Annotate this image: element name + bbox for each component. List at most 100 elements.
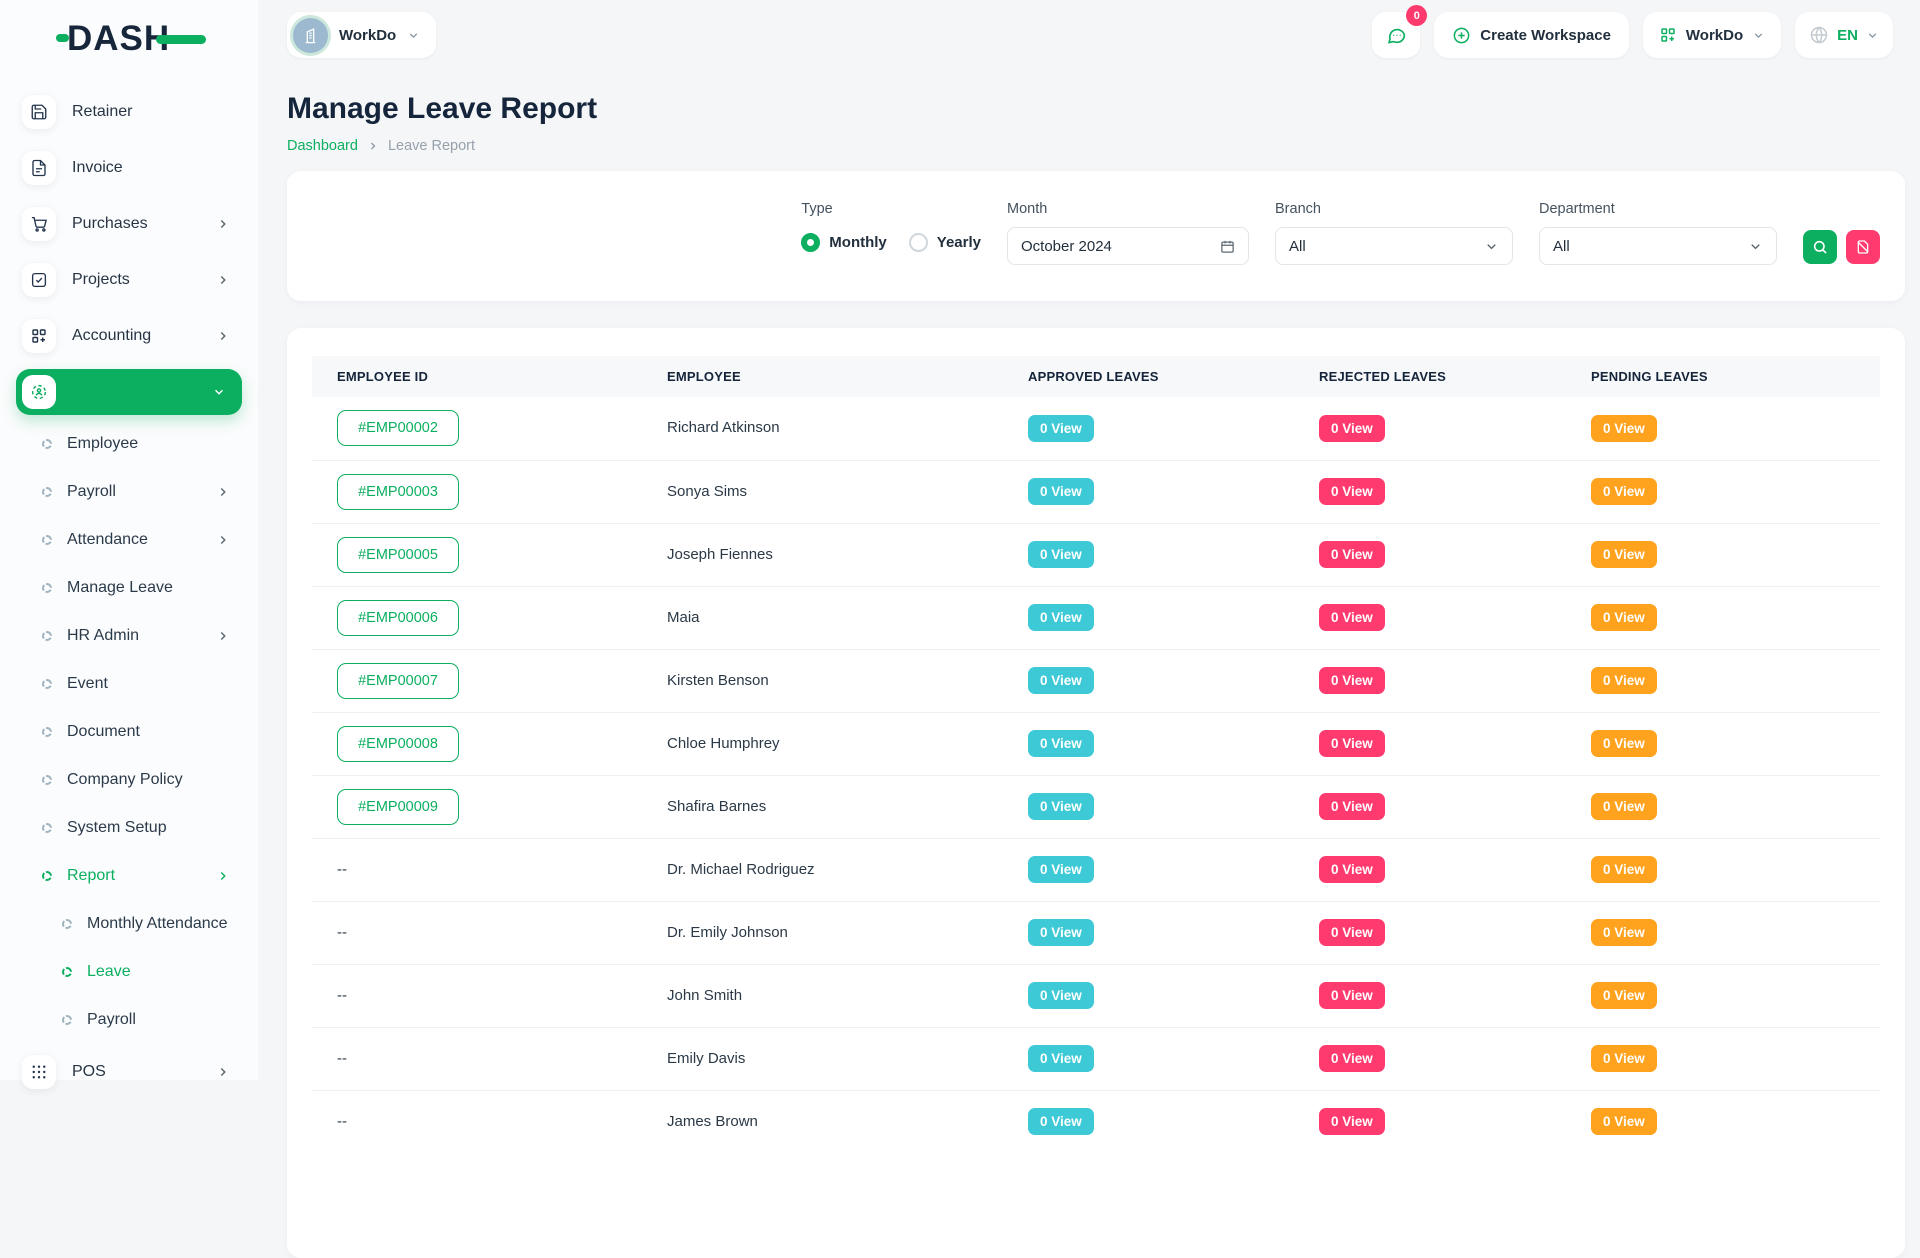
sidebar-item-payroll[interactable]: Payroll — [0, 996, 258, 1044]
radio-monthly[interactable]: Monthly — [801, 233, 887, 252]
employee-id-button[interactable]: #EMP00008 — [337, 726, 459, 762]
sidebar-item-company-policy[interactable]: Company Policy — [0, 756, 258, 804]
sidebar-item-invoice[interactable]: Invoice — [0, 140, 258, 196]
pending-leaves-badge[interactable]: 0 View — [1591, 1108, 1657, 1135]
approved-leaves-badge[interactable]: 0 View — [1028, 856, 1094, 883]
department-select[interactable]: All — [1539, 227, 1777, 265]
sidebar-item-hrm[interactable]: HRM — [16, 369, 242, 415]
sidebar-item-label: HR Admin — [67, 627, 139, 645]
approved-leaves-badge[interactable]: 0 View — [1028, 919, 1094, 946]
month-value: October 2024 — [1021, 238, 1112, 255]
pending-leaves-badge[interactable]: 0 View — [1591, 982, 1657, 1009]
sidebar-item-retainer[interactable]: Retainer — [0, 84, 258, 140]
rejected-leaves-badge[interactable]: 0 View — [1319, 793, 1385, 820]
branch-select[interactable]: All — [1275, 227, 1513, 265]
sidebar-item-monthly-attendance[interactable]: Monthly Attendance — [0, 900, 258, 948]
table-row: #EMP00009Shafira Barnes0 View0 View0 Vie… — [312, 775, 1880, 838]
pending-leaves-badge[interactable]: 0 View — [1591, 730, 1657, 757]
logo-text: DASH — [67, 21, 170, 56]
approved-leaves-badge[interactable]: 0 View — [1028, 667, 1094, 694]
sidebar-item-report[interactable]: Report — [0, 852, 258, 900]
rejected-leaves-badge[interactable]: 0 View — [1319, 541, 1385, 568]
rejected-leaves-badge[interactable]: 0 View — [1319, 730, 1385, 757]
bullet-icon — [42, 439, 52, 449]
pending-leaves-badge[interactable]: 0 View — [1591, 1045, 1657, 1072]
rejected-leaves-badge[interactable]: 0 View — [1319, 1045, 1385, 1072]
sidebar-item-event[interactable]: Event — [0, 660, 258, 708]
bullet-icon — [42, 679, 52, 689]
approved-leaves-badge[interactable]: 0 View — [1028, 541, 1094, 568]
rejected-leaves-badge[interactable]: 0 View — [1319, 604, 1385, 631]
breadcrumb-dashboard-link[interactable]: Dashboard — [287, 138, 358, 154]
pending-leaves-badge[interactable]: 0 View — [1591, 856, 1657, 883]
sidebar-item-purchases[interactable]: Purchases — [0, 196, 258, 252]
sidebar-item-label: Attendance — [67, 531, 148, 549]
table-row: --Emily Davis0 View0 View0 View — [312, 1027, 1880, 1090]
branch-value: All — [1289, 238, 1306, 255]
employee-id-button[interactable]: #EMP00003 — [337, 474, 459, 510]
approved-leaves-badge[interactable]: 0 View — [1028, 604, 1094, 631]
table-row: #EMP00007Kirsten Benson0 View0 View0 Vie… — [312, 649, 1880, 712]
sidebar-item-label: Manage Leave — [67, 579, 173, 597]
employee-id-button[interactable]: #EMP00006 — [337, 600, 459, 636]
chevron-right-icon — [216, 869, 230, 883]
employee-id-button[interactable]: #EMP00007 — [337, 663, 459, 699]
rejected-leaves-badge[interactable]: 0 View — [1319, 1108, 1385, 1135]
pending-leaves-badge[interactable]: 0 View — [1591, 919, 1657, 946]
chevron-right-icon — [216, 629, 230, 643]
sidebar-item-manage-leave[interactable]: Manage Leave — [0, 564, 258, 612]
radio-yearly[interactable]: Yearly — [909, 233, 981, 252]
sidebar-item-attendance[interactable]: Attendance — [0, 516, 258, 564]
logo-dash-icon — [156, 35, 206, 44]
pending-leaves-badge[interactable]: 0 View — [1591, 604, 1657, 631]
branch-filter-group: Branch All — [1275, 201, 1513, 265]
employee-id-empty: -- — [337, 1113, 347, 1130]
employee-id-button[interactable]: #EMP00002 — [337, 410, 459, 446]
approved-leaves-badge[interactable]: 0 View — [1028, 730, 1094, 757]
sidebar-item-accounting[interactable]: Accounting — [0, 308, 258, 364]
sidebar-item-label: Purchases — [72, 215, 148, 233]
pending-leaves-badge[interactable]: 0 View — [1591, 478, 1657, 505]
rejected-leaves-badge[interactable]: 0 View — [1319, 478, 1385, 505]
approved-leaves-badge[interactable]: 0 View — [1028, 415, 1094, 442]
reset-filter-button[interactable] — [1846, 230, 1880, 264]
pending-leaves-badge[interactable]: 0 View — [1591, 415, 1657, 442]
approved-leaves-badge[interactable]: 0 View — [1028, 982, 1094, 1009]
rejected-leaves-badge[interactable]: 0 View — [1319, 667, 1385, 694]
bullet-icon — [42, 631, 52, 641]
sidebar-item-pos[interactable]: POS — [0, 1044, 258, 1100]
sidebar-item-hr-admin[interactable]: HR Admin — [0, 612, 258, 660]
sidebar-item-label: POS — [72, 1063, 106, 1081]
sidebar-item-label: Projects — [72, 271, 130, 289]
rejected-leaves-badge[interactable]: 0 View — [1319, 982, 1385, 1009]
employee-id-button[interactable]: #EMP00009 — [337, 789, 459, 825]
sidebar-item-projects[interactable]: Projects — [0, 252, 258, 308]
app-logo[interactable]: DASH — [56, 16, 206, 60]
approved-leaves-badge[interactable]: 0 View — [1028, 1045, 1094, 1072]
chevron-right-icon — [216, 533, 230, 547]
bullet-icon — [42, 727, 52, 737]
employee-id-button[interactable]: #EMP00005 — [337, 537, 459, 573]
search-button[interactable] — [1803, 230, 1837, 264]
rejected-leaves-badge[interactable]: 0 View — [1319, 415, 1385, 442]
approved-leaves-badge[interactable]: 0 View — [1028, 478, 1094, 505]
radio-selected-icon — [801, 233, 820, 252]
sidebar-item-system-setup[interactable]: System Setup — [0, 804, 258, 852]
employee-name: Chloe Humphrey — [667, 735, 780, 752]
approved-leaves-badge[interactable]: 0 View — [1028, 793, 1094, 820]
employee-name: Dr. Emily Johnson — [667, 924, 788, 941]
approved-leaves-badge[interactable]: 0 View — [1028, 1108, 1094, 1135]
sidebar-item-document[interactable]: Document — [0, 708, 258, 756]
sidebar-item-employee[interactable]: Employee — [0, 420, 258, 468]
sidebar-item-leave[interactable]: Leave — [0, 948, 258, 996]
rejected-leaves-badge[interactable]: 0 View — [1319, 919, 1385, 946]
pending-leaves-badge[interactable]: 0 View — [1591, 541, 1657, 568]
pending-leaves-badge[interactable]: 0 View — [1591, 793, 1657, 820]
invoice-icon — [22, 151, 56, 185]
bullet-icon — [42, 823, 52, 833]
sidebar-item-payroll[interactable]: Payroll — [0, 468, 258, 516]
rejected-leaves-badge[interactable]: 0 View — [1319, 856, 1385, 883]
pending-leaves-badge[interactable]: 0 View — [1591, 667, 1657, 694]
month-input[interactable]: October 2024 — [1007, 227, 1249, 265]
table-row: #EMP00003Sonya Sims0 View0 View0 View — [312, 460, 1880, 523]
